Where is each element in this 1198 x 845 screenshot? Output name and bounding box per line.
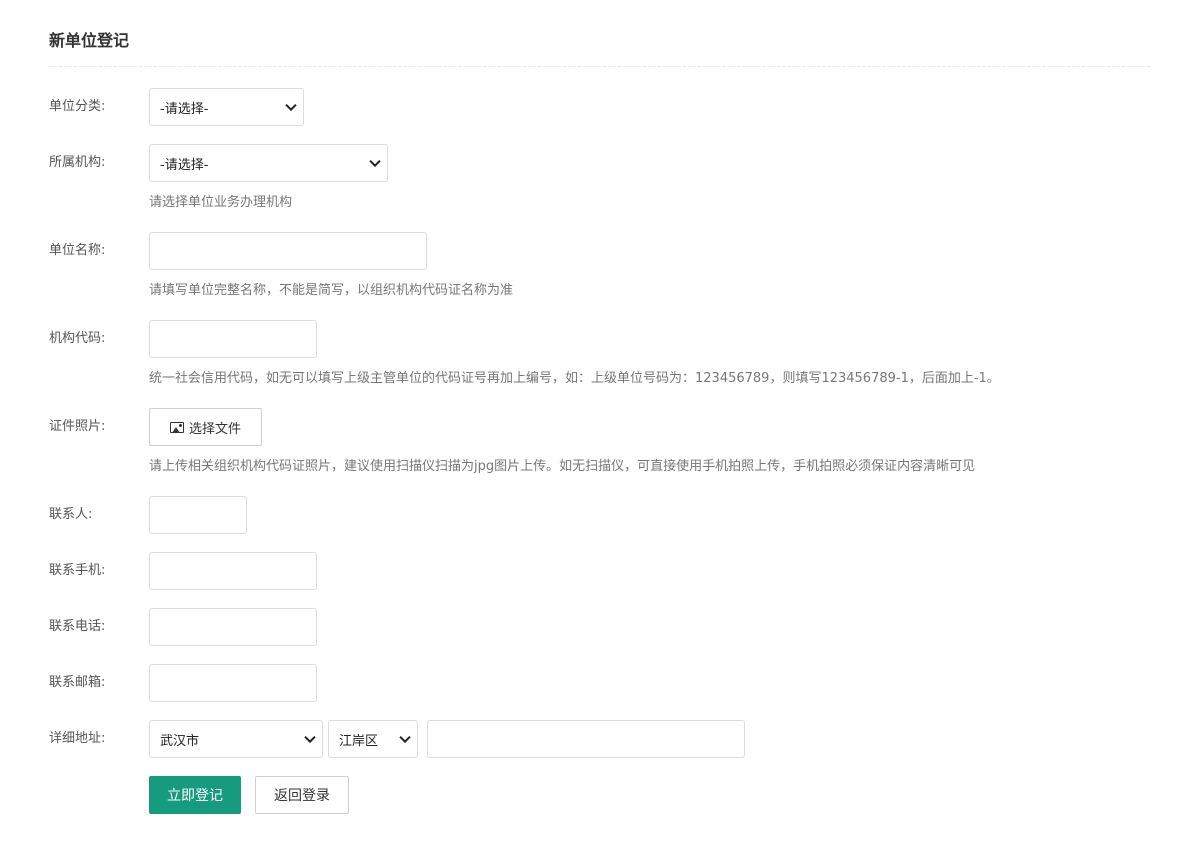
back-to-login-button[interactable]: 返回登录 xyxy=(255,776,349,814)
org-selected-value: -请选择- xyxy=(160,157,209,173)
org-select[interactable]: -请选择- xyxy=(149,144,388,182)
email-label: 联系邮箱: xyxy=(49,675,106,690)
city-selected-value: 武汉市 xyxy=(160,733,200,749)
choose-file-button[interactable]: 选择文件 xyxy=(149,408,262,446)
chevron-down-icon xyxy=(304,731,316,744)
image-icon xyxy=(169,421,184,433)
chevron-down-icon xyxy=(399,731,411,744)
submit-button[interactable]: 立即登记 xyxy=(149,776,241,814)
certificate-help: 请上传相关组织机构代码证照片，建议使用扫描仪扫描为jpg图片上传。如无扫描仪，可… xyxy=(149,459,976,474)
chevron-down-icon xyxy=(285,99,297,112)
unit-name-label: 单位名称: xyxy=(49,243,106,258)
mobile-input[interactable] xyxy=(149,552,317,590)
chevron-down-icon xyxy=(369,155,381,168)
phone-label: 联系电话: xyxy=(49,619,106,634)
category-select[interactable]: -请选择- xyxy=(149,88,304,126)
unit-name-help: 请填写单位完整名称，不能是简写，以组织机构代码证名称为准 xyxy=(149,283,514,298)
contact-input[interactable] xyxy=(149,496,247,534)
email-input[interactable] xyxy=(149,664,317,702)
choose-file-label: 选择文件 xyxy=(188,421,241,437)
city-select[interactable]: 武汉市 xyxy=(149,720,323,758)
category-label: 单位分类: xyxy=(49,99,106,114)
address-label: 详细地址: xyxy=(49,731,106,746)
unit-name-input[interactable] xyxy=(149,232,427,270)
address-detail-input[interactable] xyxy=(427,720,745,758)
contact-label: 联系人: xyxy=(49,507,93,522)
district-select[interactable]: 江岸区 xyxy=(328,720,418,758)
title-divider xyxy=(49,66,1150,67)
org-code-input[interactable] xyxy=(149,320,317,358)
org-label: 所属机构: xyxy=(49,155,106,170)
org-code-label: 机构代码: xyxy=(49,331,106,346)
category-selected-value: -请选择- xyxy=(160,101,209,117)
page-title: 新单位登记 xyxy=(49,31,130,50)
certificate-label: 证件照片: xyxy=(49,419,106,434)
org-code-help: 统一社会信用代码，如无可以填写上级主管单位的代码证号再加上编号，如：上级单位号码… xyxy=(149,371,1000,386)
district-selected-value: 江岸区 xyxy=(339,733,379,749)
org-help: 请选择单位业务办理机构 xyxy=(149,195,293,210)
mobile-label: 联系手机: xyxy=(49,563,106,578)
phone-input[interactable] xyxy=(149,608,317,646)
